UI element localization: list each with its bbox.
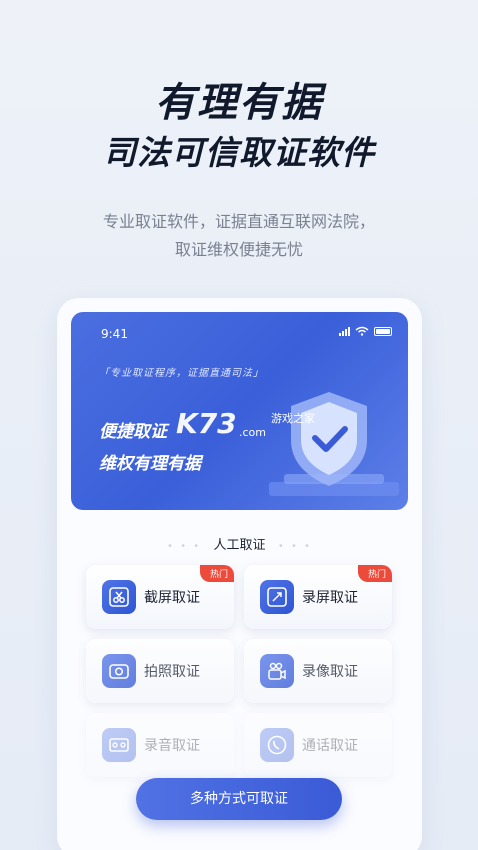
screen-record-icon bbox=[260, 580, 294, 614]
tile-label: 录音取证 bbox=[144, 738, 200, 754]
desc-line-2: 取证维权便捷无忧 bbox=[174, 240, 303, 259]
scissors-icon bbox=[102, 580, 136, 614]
multi-method-evidence-button[interactable]: 多种方式可取证 bbox=[136, 778, 342, 820]
tile-label: 截屏取证 bbox=[144, 590, 200, 606]
banner-line-2: 维权有理有据 bbox=[99, 454, 201, 474]
status-time: 9:41 bbox=[101, 327, 128, 341]
section-title: 人工取证 bbox=[213, 538, 266, 553]
dots-left-icon: • • • bbox=[167, 541, 202, 552]
phone-icon bbox=[260, 728, 294, 762]
desc-line-1: 专业取证软件，证据直通互联网法院， bbox=[102, 212, 375, 231]
shield-illustration bbox=[249, 382, 408, 507]
wifi-icon bbox=[355, 326, 369, 336]
recorder-icon bbox=[102, 728, 136, 762]
banner-tagline: 「专业取证程序，证据直通司法」 bbox=[99, 368, 264, 379]
hero-title: 有理有据 bbox=[155, 80, 323, 126]
section-header: • • • 人工取证 • • • bbox=[57, 534, 422, 553]
hot-badge: 热门 bbox=[357, 565, 392, 582]
tile-photo-evidence[interactable]: 拍照取证 bbox=[86, 639, 234, 703]
banner-line-1: 便捷取证 bbox=[99, 422, 167, 442]
watermark-sub-1: 游戏之家 bbox=[271, 412, 315, 425]
watermark-logo: K73 bbox=[176, 407, 237, 440]
hero-description: 专业取证软件，证据直通互联网法院， 取证维权便捷无忧 bbox=[0, 208, 478, 264]
tile-label: 通话取证 bbox=[302, 738, 358, 754]
tile-audio-evidence[interactable]: 录音取证 bbox=[86, 713, 234, 777]
hot-badge: 热门 bbox=[199, 565, 234, 582]
hero-subtitle: 司法可信取证软件 bbox=[103, 133, 375, 172]
dots-right-icon: • • • bbox=[277, 541, 312, 552]
tile-label: 录像取证 bbox=[302, 664, 358, 680]
tile-label: 拍照取证 bbox=[144, 664, 200, 680]
status-icons bbox=[339, 326, 392, 336]
tile-call-evidence[interactable]: 通话取证 bbox=[244, 713, 392, 777]
video-camera-icon bbox=[260, 654, 294, 688]
tile-screenshot-evidence[interactable]: 截屏取证 热门 bbox=[86, 565, 234, 629]
camera-icon bbox=[102, 654, 136, 688]
tile-screen-record-evidence[interactable]: 录屏取证 热门 bbox=[244, 565, 392, 629]
tile-video-evidence[interactable]: 录像取证 bbox=[244, 639, 392, 703]
watermark-sub-2: .com bbox=[239, 426, 266, 439]
tile-label: 录屏取证 bbox=[302, 590, 358, 606]
promo-banner: 9:41 「专业取证程序，证据直通司法」 便捷取证 维权有理有据 K73 游戏之… bbox=[71, 312, 408, 510]
battery-icon bbox=[374, 326, 392, 336]
signal-icon bbox=[339, 326, 350, 336]
